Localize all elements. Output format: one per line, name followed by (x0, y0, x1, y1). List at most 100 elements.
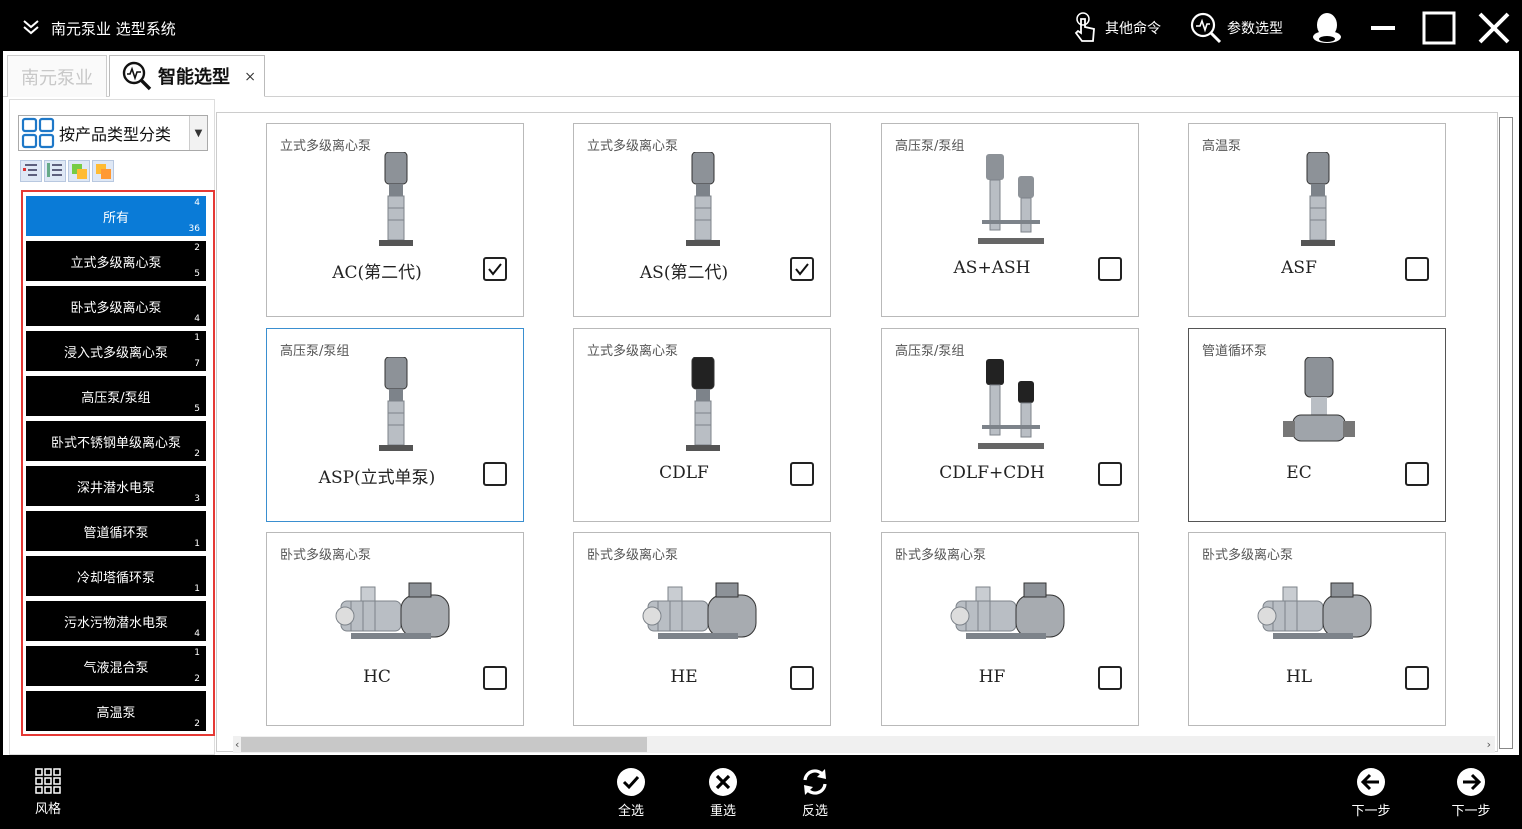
tab-home[interactable]: 南元泵业 (7, 55, 107, 97)
product-checkbox[interactable] (483, 462, 507, 486)
tab-close-button[interactable]: × (244, 69, 256, 85)
category-item[interactable]: 污水污物潜水电泵 4 (26, 601, 206, 641)
product-checkbox[interactable] (1405, 666, 1429, 690)
category-item[interactable]: 浸入式多级离心泵 1 7 (26, 331, 206, 371)
category-count-bottom: 1 (194, 584, 200, 594)
product-checkbox[interactable] (1098, 462, 1122, 486)
next-step-button[interactable]: 下一步 (1436, 767, 1506, 819)
product-card[interactable]: 立式多级离心泵 AS(第二代) (573, 123, 831, 317)
sidebar: 按产品类型分类 ▼ 所有 4 36 立式多级离心泵 2 5 卧式多级离心泵 4 浸入式多级离心泵… (9, 99, 215, 755)
category-count-bottom: 4 (194, 314, 200, 324)
vertical-scrollbar[interactable] (1499, 117, 1513, 749)
numbered-list-icon[interactable] (44, 160, 66, 182)
product-name: CDLF+CDH (939, 463, 1045, 483)
reset-button[interactable]: 重选 (688, 767, 758, 819)
tab-home-label: 南元泵业 (21, 67, 93, 89)
prev-step-button[interactable]: 下一步 (1336, 767, 1406, 819)
expand-tree-icon[interactable] (20, 160, 42, 182)
product-checkbox[interactable] (790, 462, 814, 486)
product-checkbox[interactable] (1098, 257, 1122, 281)
product-name: ASP(立式单泵) (318, 468, 436, 488)
select-all-button[interactable]: 全选 (596, 767, 666, 819)
product-card[interactable]: 管道循环泵 EC (1188, 328, 1446, 522)
category-item-label: 污水污物潜水电泵 (63, 615, 168, 631)
product-checkbox[interactable] (1098, 666, 1122, 690)
category-item-label: 高温泵 (96, 705, 136, 721)
product-card[interactable]: 高压泵/泵组 AS+ASH (881, 123, 1139, 317)
pump-image (1253, 356, 1383, 459)
category-count-top: 4 (194, 198, 200, 208)
category-item-label: 立式多级离心泵 (70, 255, 162, 271)
category-item[interactable]: 立式多级离心泵 2 5 (26, 241, 206, 281)
category-count-top: 1 (194, 648, 200, 658)
close-icon[interactable] (1475, 9, 1513, 47)
category-item[interactable]: 卧式不锈钢单级离心泵 2 (26, 421, 206, 461)
category-item[interactable]: 管道循环泵 1 (26, 511, 206, 551)
product-card[interactable]: 卧式多级离心泵 HF (881, 532, 1139, 726)
pump-image (331, 561, 461, 663)
product-card[interactable]: 高压泵/泵组 ASP(立式单泵) (266, 328, 524, 522)
product-checkbox[interactable] (1405, 257, 1429, 281)
category-item[interactable]: 冷却塔循环泵 1 (26, 556, 206, 596)
category-count-top: 1 (194, 333, 200, 343)
pump-image (946, 357, 1076, 459)
category-item-label: 卧式多级离心泵 (70, 300, 162, 316)
other-commands-button[interactable]: 其他命令 (1071, 11, 1161, 45)
product-card[interactable]: 卧式多级离心泵 HE (573, 532, 831, 726)
product-name: ASF (1281, 258, 1317, 278)
reset-label: 重选 (709, 804, 736, 819)
product-card[interactable]: 卧式多级离心泵 HL (1188, 532, 1446, 726)
dropdown-arrow-icon[interactable]: ▼ (189, 116, 207, 150)
category-item-label: 浸入式多级离心泵 (63, 345, 168, 361)
scroll-right-arrow-icon[interactable]: › (1487, 736, 1491, 753)
pump-image (1253, 561, 1383, 663)
other-commands-label: 其他命令 (1105, 21, 1161, 37)
maximize-icon[interactable] (1420, 9, 1458, 47)
product-card[interactable]: 立式多级离心泵 CDLF (573, 328, 831, 522)
category-item[interactable]: 气液混合泵 1 2 (26, 646, 206, 686)
category-count-bottom: 4 (194, 629, 200, 639)
product-card[interactable]: 高压泵/泵组 CDLF+CDH (881, 328, 1139, 522)
category-item[interactable]: 高温泵 2 (26, 691, 206, 731)
product-name: CDLF (659, 463, 709, 483)
product-checkbox[interactable] (483, 666, 507, 690)
product-card[interactable]: 高温泵 ASF (1188, 123, 1446, 317)
horizontal-scrollbar[interactable]: ‹ › (233, 736, 1495, 753)
category-item-label: 卧式不锈钢单级离心泵 (50, 435, 181, 451)
category-count-bottom: 36 (188, 224, 200, 234)
param-select-button[interactable]: 参数选型 (1189, 11, 1283, 45)
product-name: HC (363, 667, 391, 687)
invert-selection-button[interactable]: 反选 (780, 767, 850, 819)
category-item[interactable]: 所有 4 36 (26, 196, 206, 236)
product-checkbox[interactable] (1405, 462, 1429, 486)
category-type-select[interactable]: 按产品类型分类 ▼ (18, 115, 208, 151)
product-checkbox[interactable] (790, 666, 814, 690)
product-card[interactable]: 卧式多级离心泵 HC (266, 532, 524, 726)
tab-smart-select[interactable]: 智能选型 × (109, 55, 265, 97)
horizontal-scroll-thumb[interactable] (241, 737, 647, 752)
add-item-icon[interactable] (68, 160, 90, 182)
x-circle-icon (709, 768, 737, 796)
chevron-down-icon[interactable] (19, 15, 43, 39)
product-checkbox[interactable] (483, 257, 507, 281)
category-count-bottom: 5 (194, 404, 200, 414)
category-item[interactable]: 高压泵/泵组 5 (26, 376, 206, 416)
product-checkbox[interactable] (790, 257, 814, 281)
category-item-label: 深井潜水电泵 (76, 480, 155, 496)
category-item[interactable]: 卧式多级离心泵 4 (26, 286, 206, 326)
pump-image (946, 152, 1076, 254)
pump-image (946, 561, 1076, 663)
pump-image (638, 356, 768, 459)
scroll-left-arrow-icon[interactable]: ‹ (235, 736, 239, 753)
copy-item-icon[interactable] (92, 160, 114, 182)
category-item[interactable]: 深井潜水电泵 3 (26, 466, 206, 506)
style-button[interactable]: 风格 (13, 767, 83, 819)
product-card[interactable]: 立式多级离心泵 AC(第二代) (266, 123, 524, 317)
minimize-icon[interactable] (1365, 9, 1403, 47)
pump-image (638, 151, 768, 254)
qq-penguin-icon[interactable] (1308, 9, 1346, 47)
category-count-bottom: 3 (194, 494, 200, 504)
check-circle-icon (617, 768, 645, 796)
pump-image (331, 151, 461, 254)
product-category-label: 高温泵 (1202, 139, 1242, 154)
